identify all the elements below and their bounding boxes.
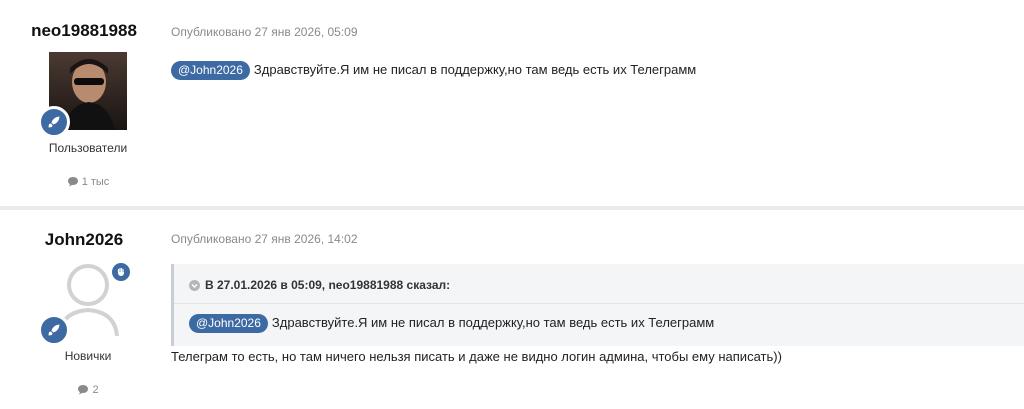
quote-header[interactable]: В 27.01.2026 в 05:09, neo19881988 сказал…: [189, 278, 450, 292]
author-username-link[interactable]: neo19881988: [31, 21, 137, 40]
user-group: Новички: [64, 349, 112, 363]
post-text: Телеграм то есть, но там ничего нельзя п…: [171, 349, 782, 364]
status-badge[interactable]: [110, 261, 132, 283]
rank-badge[interactable]: [38, 314, 70, 346]
post-content: @John2026 Здравствуйте.Я им не писал в по…: [171, 61, 696, 80]
mention-link[interactable]: @John2026: [189, 314, 268, 333]
chevron-down-icon[interactable]: [189, 280, 200, 291]
rank-badge[interactable]: [38, 106, 70, 138]
rocket-icon: [48, 116, 60, 128]
comment-icon: [78, 385, 89, 395]
quote-text: Здравствуйте.Я им не писал в поддержку,н…: [271, 315, 715, 330]
hand-icon: [117, 267, 124, 276]
quote-divider: [174, 303, 1024, 304]
mention-link[interactable]: @John2026: [171, 61, 250, 80]
post-count-value: 1 тыс: [81, 176, 110, 188]
quote-body: @John2026 Здравствуйте.Я им не писал в по…: [189, 314, 714, 333]
author-column: neo19881988: [0, 21, 168, 41]
post-count[interactable]: 1 тыс: [0, 176, 176, 188]
post-count-value: 2: [92, 384, 99, 396]
rocket-icon: [48, 324, 60, 336]
post-count[interactable]: 2: [0, 384, 176, 396]
post-date[interactable]: Опубликовано 27 янв 2026, 05:09: [171, 25, 358, 39]
quote-block: В 27.01.2026 в 05:09, neo19881988 сказал…: [171, 264, 1024, 346]
quote-header-text: В 27.01.2026 в 05:09, neo19881988 сказал…: [205, 278, 451, 292]
post-john2026: John2026 Новички 2 Опубликовано 27 янв 2…: [0, 210, 1024, 409]
author-column: John2026: [0, 230, 168, 250]
author-username-link[interactable]: John2026: [45, 230, 123, 249]
post-neo19881988: neo19881988 Пользователи 1 тыс Опубликов…: [0, 0, 1024, 206]
post-date[interactable]: Опубликовано 27 янв 2026, 14:02: [171, 232, 358, 246]
comment-icon: [67, 177, 78, 187]
avatar[interactable]: [38, 260, 132, 346]
avatar[interactable]: [38, 52, 127, 138]
user-group: Пользователи: [48, 141, 128, 155]
post-text: Здравствуйте.Я им не писал в поддержку,н…: [253, 62, 697, 77]
